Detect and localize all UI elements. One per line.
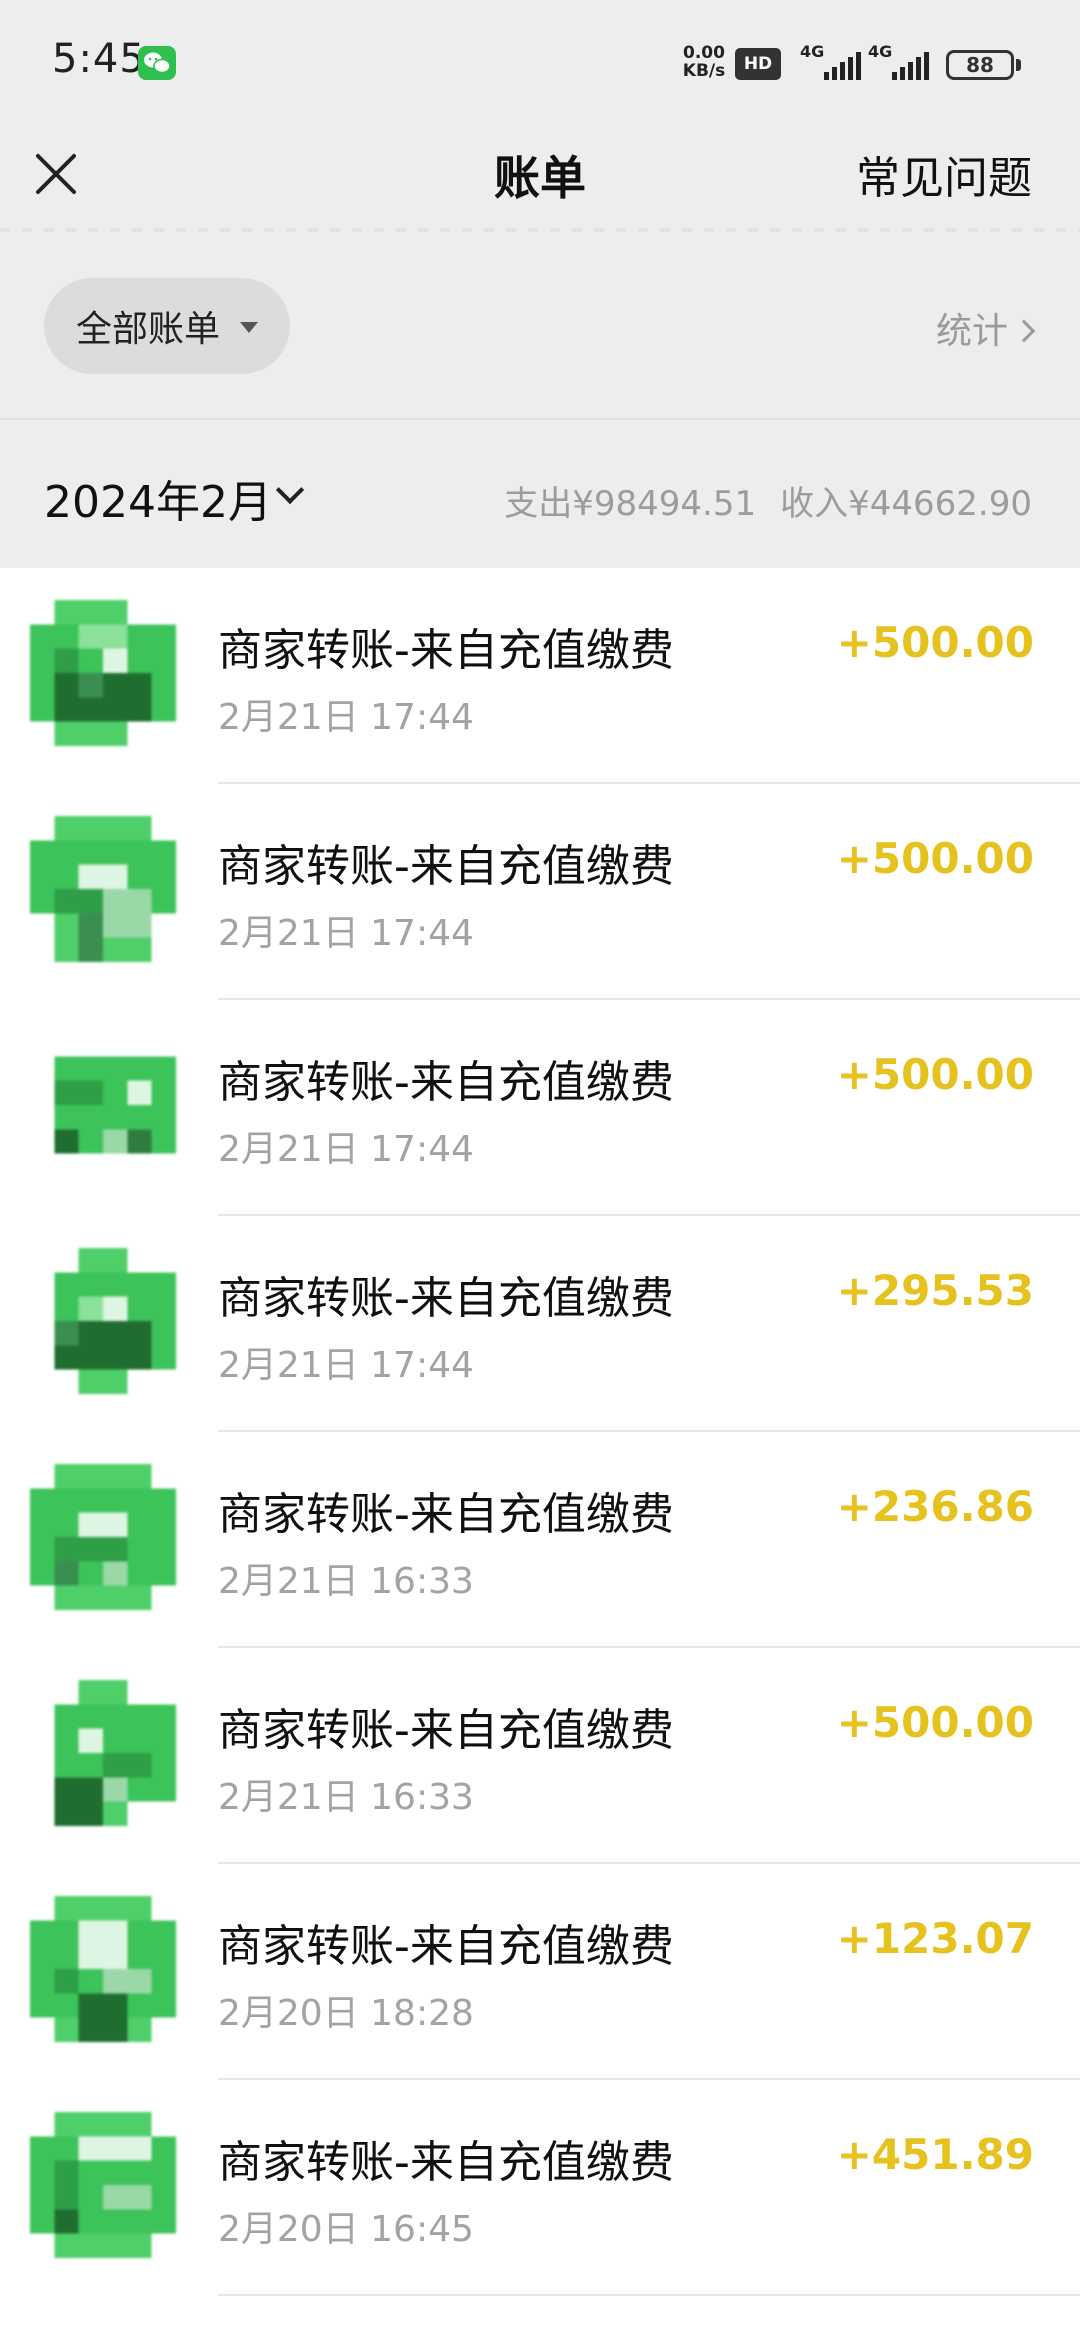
bill-time: 2月20日 18:28	[218, 1993, 474, 2034]
status-bar: 5:45 0.00 KB/s HD 4G 4G 88	[0, 0, 1080, 128]
divider	[218, 2294, 1080, 2296]
bill-title: 商家转账-来自充值缴费	[218, 1057, 674, 1108]
bill-list-item[interactable]: 商家转账-来自充值缴费 2月20日 16:45 +451.89	[0, 2080, 1080, 2296]
bill-time: 2月21日 16:33	[218, 1777, 474, 1818]
bill-amount: +451.89	[836, 2130, 1034, 2179]
chevron-down-icon[interactable]	[275, 475, 305, 505]
bill-time: 2月21日 17:44	[218, 1345, 474, 1386]
stats-label: 统计	[935, 311, 1008, 352]
bill-time: 2月21日 17:44	[218, 1129, 474, 1170]
nav-divider	[0, 228, 1080, 232]
bill-title: 商家转账-来自充值缴费	[218, 1273, 674, 1324]
expense-total: 支出¥98494.51	[504, 484, 757, 524]
merchant-avatar	[54, 1680, 176, 1826]
bill-filter-dropdown[interactable]: 全部账单	[44, 278, 290, 374]
bill-list-item[interactable]: 商家转账-来自充值缴费 2月21日 17:44 +500.00	[0, 568, 1080, 784]
bill-list-item[interactable]: 商家转账-来自充值缴费 2月21日 16:33 +236.86	[0, 1432, 1080, 1648]
month-selector[interactable]: 2024年2月	[44, 466, 272, 530]
bill-time: 2月21日 17:44	[218, 697, 474, 738]
signal-icon: 4G	[800, 42, 870, 82]
bill-filter-label: 全部账单	[76, 309, 221, 350]
month-summary: 支出¥98494.51 收入¥44662.90	[480, 476, 1032, 525]
signal-icon-2: 4G	[868, 42, 938, 82]
bill-amount: +500.00	[836, 1050, 1034, 1099]
status-time: 5:45	[52, 36, 146, 82]
bill-time: 2月20日 16:45	[218, 2209, 474, 2250]
net-speed: 0.00 KB/s	[678, 44, 730, 80]
chevron-right-icon	[1012, 319, 1036, 343]
wechat-icon	[138, 46, 176, 80]
battery-tip	[1016, 59, 1021, 71]
bill-title: 商家转账-来自充值缴费	[218, 625, 674, 676]
bill-amount: +500.00	[836, 1698, 1034, 1747]
battery-icon: 88	[946, 50, 1014, 80]
bill-amount: +123.07	[836, 1914, 1034, 1963]
bill-time: 2月21日 17:44	[218, 913, 474, 954]
merchant-avatar	[30, 1464, 176, 1610]
bill-amount: +500.00	[836, 618, 1034, 667]
nav-bar: 账单 常见问题	[0, 128, 1080, 238]
bill-title: 商家转账-来自充值缴费	[218, 2137, 674, 2188]
bill-title: 商家转账-来自充值缴费	[218, 1705, 674, 1756]
bill-list-item[interactable]: 商家转账-来自充值缴费 2月21日 17:44 +500.00	[0, 784, 1080, 1000]
bill-list-item[interactable]: 商家转账-来自充值缴费 2月20日 18:28 +123.07	[0, 1864, 1080, 2080]
bill-time: 2月21日 16:33	[218, 1561, 474, 1602]
merchant-avatar	[30, 1896, 176, 2042]
merchant-avatar	[30, 2112, 176, 2258]
faq-link[interactable]: 常见问题	[856, 142, 1032, 206]
merchant-avatar	[54, 1248, 176, 1394]
merchant-avatar	[30, 600, 176, 746]
bill-amount: +236.86	[836, 1482, 1034, 1531]
bill-list-item[interactable]: 商家转账-来自充值缴费 2月21日 17:44 +500.00	[0, 1000, 1080, 1216]
bill-title: 商家转账-来自充值缴费	[218, 1921, 674, 1972]
hd-badge: HD	[735, 48, 781, 80]
bill-amount: +295.53	[836, 1266, 1034, 1315]
filter-row: 全部账单 统计	[0, 238, 1080, 418]
merchant-avatar	[54, 1056, 176, 1154]
merchant-avatar	[30, 816, 176, 962]
bill-list: 商家转账-来自充值缴费 2月21日 17:44 +500.00 商家转账-来自充…	[0, 568, 1080, 2337]
net-speed-unit: KB/s	[682, 61, 726, 81]
stats-link[interactable]: 统计	[935, 302, 1036, 354]
bill-title: 商家转账-来自充值缴费	[218, 841, 674, 892]
net-speed-value: 0.00	[683, 43, 725, 63]
bill-list-item[interactable]: 商家转账-来自充值缴费 2月21日 17:44 +295.53	[0, 1216, 1080, 1432]
income-total: 收入¥44662.90	[780, 484, 1032, 524]
bill-list-item[interactable]: 商家转账-来自充值缴费 2月21日 16:33 +500.00	[0, 1648, 1080, 1864]
bill-amount: +500.00	[836, 834, 1034, 883]
month-header: 2024年2月 支出¥98494.51 收入¥44662.90	[0, 418, 1080, 568]
caret-down-icon	[240, 322, 258, 333]
bill-title: 商家转账-来自充值缴费	[218, 1489, 674, 1540]
